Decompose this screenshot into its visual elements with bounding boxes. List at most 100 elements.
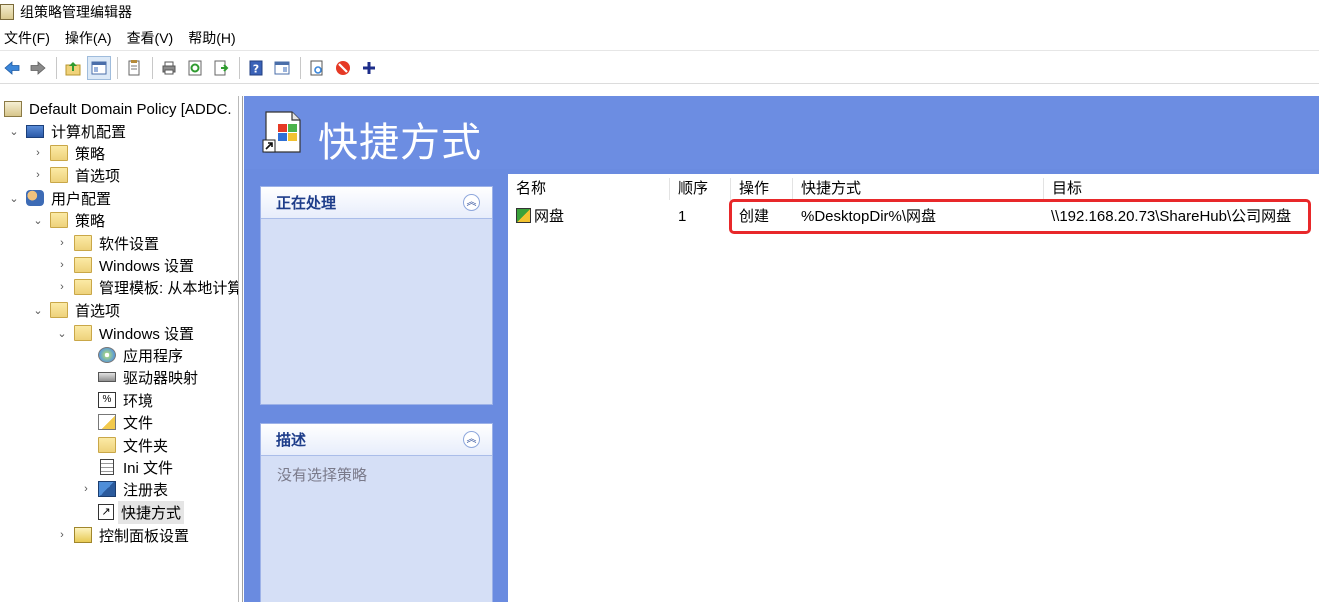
description-text: 没有选择策略 <box>277 467 368 484</box>
description-panel-header[interactable]: 描述 ︽ <box>261 424 492 456</box>
folder-icon <box>50 167 68 183</box>
shortcut-item-icon <box>516 208 531 223</box>
tree-item-windows-settings-prefs[interactable]: ⌄ Windows 设置 <box>56 322 194 344</box>
tree-label: Windows 设置 <box>99 257 195 275</box>
tree-item-drive-maps[interactable]: 驱动器映射 <box>98 366 198 388</box>
chevron-down-icon[interactable]: ⌄ <box>8 192 20 205</box>
collapse-chevron-icon[interactable]: ︽ <box>463 194 480 211</box>
tree-label: 首选项 <box>75 167 121 185</box>
tree-item-folders[interactable]: 文件夹 <box>98 434 168 456</box>
control-panel-icon <box>74 527 92 543</box>
tree-label: 管理模板: 从本地计算 <box>99 279 239 297</box>
menu-file[interactable]: 文件(F) <box>0 25 60 51</box>
show-hide-action-icon[interactable] <box>270 56 294 80</box>
window-title: 组策略管理编辑器 <box>20 4 132 20</box>
chevron-down-icon[interactable]: ⌄ <box>32 214 44 227</box>
row-name-cell: 网盘 <box>516 206 564 228</box>
tree-item-registry[interactable]: › 注册表 <box>80 478 168 500</box>
column-header-shortcut[interactable]: 快捷方式 <box>793 178 1044 200</box>
refresh-icon[interactable] <box>183 56 207 80</box>
description-panel-title: 描述 <box>276 432 307 449</box>
tree-item-user-preferences[interactable]: ⌄ 首选项 <box>32 299 120 321</box>
console-tree: Default Domain Policy [ADDC. ⌄ 计算机配置 › 策… <box>0 96 239 602</box>
chevron-right-icon[interactable]: › <box>32 169 44 181</box>
export-icon[interactable] <box>209 56 233 80</box>
show-hide-tree-icon[interactable] <box>87 55 111 80</box>
up-folder-icon[interactable] <box>61 56 85 80</box>
collapse-chevron-icon[interactable]: ︽ <box>463 431 480 448</box>
tree-item-files[interactable]: 文件 <box>98 411 153 433</box>
help-icon[interactable]: ? <box>244 56 268 80</box>
tree-item-applications[interactable]: 应用程序 <box>98 344 183 366</box>
pane-splitter[interactable] <box>239 96 243 602</box>
tree-item-software-settings[interactable]: › 软件设置 <box>56 232 159 254</box>
toolbar-separator <box>152 56 153 79</box>
forward-icon[interactable] <box>26 56 50 80</box>
svg-text:?: ? <box>253 62 259 75</box>
tree-label: 应用程序 <box>123 347 184 365</box>
processing-panel-header[interactable]: 正在处理 ︽ <box>261 187 492 219</box>
description-panel: 描述 ︽ 没有选择策略 <box>260 423 493 602</box>
chevron-right-icon[interactable]: › <box>56 259 68 271</box>
chevron-right-icon[interactable]: › <box>56 529 68 541</box>
row-name: 网盘 <box>534 208 565 225</box>
back-icon[interactable] <box>0 56 24 80</box>
tree-label: 驱动器映射 <box>123 369 199 387</box>
chevron-down-icon[interactable]: ⌄ <box>32 304 44 317</box>
add-icon[interactable] <box>357 56 381 80</box>
tree-item-shortcuts[interactable]: ↗ 快捷方式 <box>98 500 185 524</box>
menu-bar: 文件(F) 操作(A) 查看(V) 帮助(H) <box>0 25 1319 51</box>
title-bar: 组策略管理编辑器 <box>0 0 1319 24</box>
tree-label: Ini 文件 <box>123 459 174 477</box>
tree-item-environment[interactable]: % 环境 <box>98 389 153 411</box>
tree-label: Windows 设置 <box>99 325 195 343</box>
tree-item-user-policy[interactable]: ⌄ 策略 <box>32 209 105 231</box>
folder-icon <box>50 302 68 318</box>
print-icon[interactable] <box>157 56 181 80</box>
shortcut-list: 名称 顺序 操作 快捷方式 目标 网盘 1 创建 %DesktopDir%\网盘… <box>508 174 1319 602</box>
tree-item-user-config[interactable]: ⌄ 用户配置 <box>8 187 111 209</box>
processing-panel-title: 正在处理 <box>276 195 337 212</box>
tree-label: 软件设置 <box>99 235 160 253</box>
menu-view[interactable]: 查看(V) <box>122 25 184 51</box>
tree-label: 用户配置 <box>51 190 112 208</box>
chevron-down-icon[interactable]: ⌄ <box>56 327 68 340</box>
stop-icon[interactable] <box>331 56 355 80</box>
folder-icon <box>50 145 68 161</box>
chevron-right-icon[interactable]: › <box>56 237 68 249</box>
registry-cubes-icon <box>98 481 116 497</box>
folder-icon <box>98 437 116 453</box>
drive-map-icon <box>98 372 116 382</box>
chevron-down-icon[interactable]: ⌄ <box>8 125 20 138</box>
chevron-right-icon[interactable]: › <box>32 147 44 159</box>
menu-action[interactable]: 操作(A) <box>60 25 122 51</box>
tree-label: 首选项 <box>75 302 121 320</box>
column-header-order[interactable]: 顺序 <box>670 178 731 200</box>
tree-label: 计算机配置 <box>51 123 127 141</box>
menu-help[interactable]: 帮助(H) <box>183 25 245 51</box>
column-header-target[interactable]: 目标 <box>1044 178 1319 200</box>
column-header-name[interactable]: 名称 <box>508 178 670 200</box>
chevron-right-icon[interactable]: › <box>56 281 68 293</box>
tree-label: 注册表 <box>123 481 169 499</box>
new-doc-icon[interactable] <box>305 56 329 80</box>
folder-icon <box>74 235 92 251</box>
column-header-action[interactable]: 操作 <box>731 178 793 200</box>
tree-item-computer-preferences[interactable]: › 首选项 <box>32 164 120 186</box>
tree-item-admin-templates[interactable]: › 管理模板: 从本地计算 <box>56 276 239 298</box>
tree-item-windows-settings-policy[interactable]: › Windows 设置 <box>56 254 194 276</box>
tree-label: 控制面板设置 <box>99 527 190 545</box>
group-policy-icon <box>0 4 14 20</box>
tree-item-control-panel[interactable]: › 控制面板设置 <box>56 524 189 546</box>
shortcut-arrow-icon: ↗ <box>98 504 114 520</box>
chevron-right-icon[interactable]: › <box>80 483 92 495</box>
users-icon <box>26 190 44 206</box>
folder-icon <box>74 325 92 341</box>
tree-item-ini-files[interactable]: Ini 文件 <box>98 456 173 478</box>
tree-label: Default Domain Policy [ADDC. <box>29 100 232 118</box>
properties-icon[interactable] <box>122 56 146 80</box>
tree-item-computer-policy[interactable]: › 策略 <box>32 142 105 164</box>
tree-item-root[interactable]: Default Domain Policy [ADDC. <box>4 98 232 120</box>
toolbar-separator <box>117 56 118 79</box>
tree-item-computer-config[interactable]: ⌄ 计算机配置 <box>8 120 126 142</box>
